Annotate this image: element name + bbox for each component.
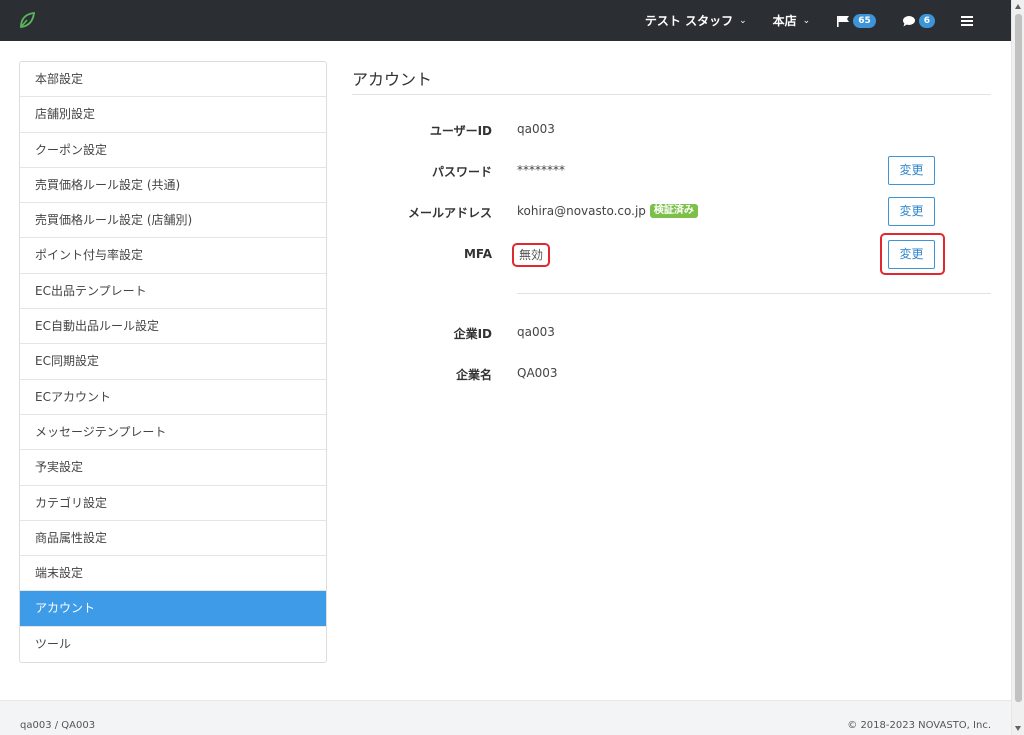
flag-count-badge: 65	[853, 13, 876, 28]
sidebar-item[interactable]: EC同期設定	[20, 344, 326, 380]
scroll-up-icon[interactable]	[1015, 4, 1021, 9]
sidebar-item[interactable]: 予実設定	[20, 450, 326, 486]
title-divider	[352, 94, 991, 95]
password-label: パスワード	[431, 165, 492, 179]
chevron-down-icon: ⌄	[739, 15, 747, 26]
messages-button[interactable]: 6	[889, 0, 948, 41]
footer-account: qa003 / QA003	[20, 720, 96, 731]
user-menu[interactable]: テスト スタッフ ⌄	[632, 0, 760, 41]
footer-copyright: © 2018-2023 NOVASTO, Inc.	[847, 720, 991, 731]
store-menu-label: 本店	[772, 14, 797, 28]
password-value: ********	[517, 163, 565, 177]
change-mfa-button[interactable]: 変更	[888, 240, 935, 269]
section-divider	[517, 293, 991, 294]
mfa-status-value: 無効	[512, 243, 550, 267]
store-menu[interactable]: 本店 ⌄	[760, 0, 824, 41]
email-address: kohira@novasto.co.jp	[517, 204, 646, 218]
sidebar-item[interactable]: ツール	[20, 627, 326, 662]
sidebar-item[interactable]: 商品属性設定	[20, 521, 326, 557]
sidebar-item[interactable]: メッセージテンプレート	[20, 415, 326, 451]
sidebar-item[interactable]: 店舗別設定	[20, 97, 326, 133]
top-navbar: テスト スタッフ ⌄ 本店 ⌄ 65 6	[0, 0, 1011, 41]
sidebar-item[interactable]: アカウント	[20, 591, 326, 627]
company-name-value: QA003	[517, 366, 558, 380]
chevron-down-icon: ⌄	[802, 15, 811, 26]
email-label: メールアドレス	[407, 206, 492, 220]
leaf-icon[interactable]	[17, 10, 37, 30]
settings-sidebar: 本部設定 店舗別設定 クーポン設定 売買価格ルール設定 (共通) 売買価格ルール設定 (…	[19, 61, 327, 664]
sidebar-item[interactable]: EC自動出品ルール設定	[20, 309, 326, 345]
verified-badge: 検証済み	[649, 204, 698, 218]
user-id-value: qa003	[517, 122, 555, 136]
scroll-down-icon[interactable]	[1015, 726, 1021, 731]
sidebar-item[interactable]: カテゴリ設定	[20, 486, 326, 521]
flag-icon	[837, 15, 850, 27]
sidebar-item[interactable]: EC出品テンプレート	[20, 274, 326, 310]
sidebar-item[interactable]: 端末設定	[20, 556, 326, 592]
email-value: kohira@novasto.co.jp 検証済み	[517, 204, 698, 218]
user-id-label: ユーザーID	[429, 124, 492, 138]
sidebar-item[interactable]: ECアカウント	[20, 380, 326, 415]
navbar-right: テスト スタッフ ⌄ 本店 ⌄ 65 6	[632, 0, 986, 41]
sidebar-item[interactable]: クーポン設定	[20, 133, 326, 168]
page-title: アカウント	[352, 70, 433, 89]
sidebar-item[interactable]: ポイント付与率設定	[20, 238, 326, 274]
sidebar-item[interactable]: 売買価格ルール設定 (店舗別)	[20, 203, 326, 239]
mfa-label: MFA	[463, 247, 492, 261]
change-password-button[interactable]: 変更	[888, 156, 935, 185]
company-id-value: qa003	[517, 325, 555, 339]
hamburger-menu-button[interactable]	[948, 0, 986, 41]
sidebar-item[interactable]: 本部設定	[20, 62, 326, 98]
page-footer: qa003 / QA003 © 2018-2023 NOVASTO, Inc.	[0, 700, 1011, 735]
user-menu-label: テスト スタッフ	[644, 14, 734, 28]
chat-bubble-icon	[902, 15, 915, 26]
sidebar-item[interactable]: 売買価格ルール設定 (共通)	[20, 168, 326, 204]
change-email-button[interactable]: 変更	[888, 197, 935, 226]
company-name-label: 企業名	[455, 368, 492, 382]
vertical-scrollbar[interactable]	[1011, 0, 1024, 735]
notifications-button[interactable]: 65	[823, 0, 889, 41]
menu-icon	[961, 15, 973, 26]
message-count-badge: 6	[918, 13, 935, 28]
scrollbar-thumb[interactable]	[1015, 14, 1022, 702]
company-id-label: 企業ID	[453, 327, 492, 341]
